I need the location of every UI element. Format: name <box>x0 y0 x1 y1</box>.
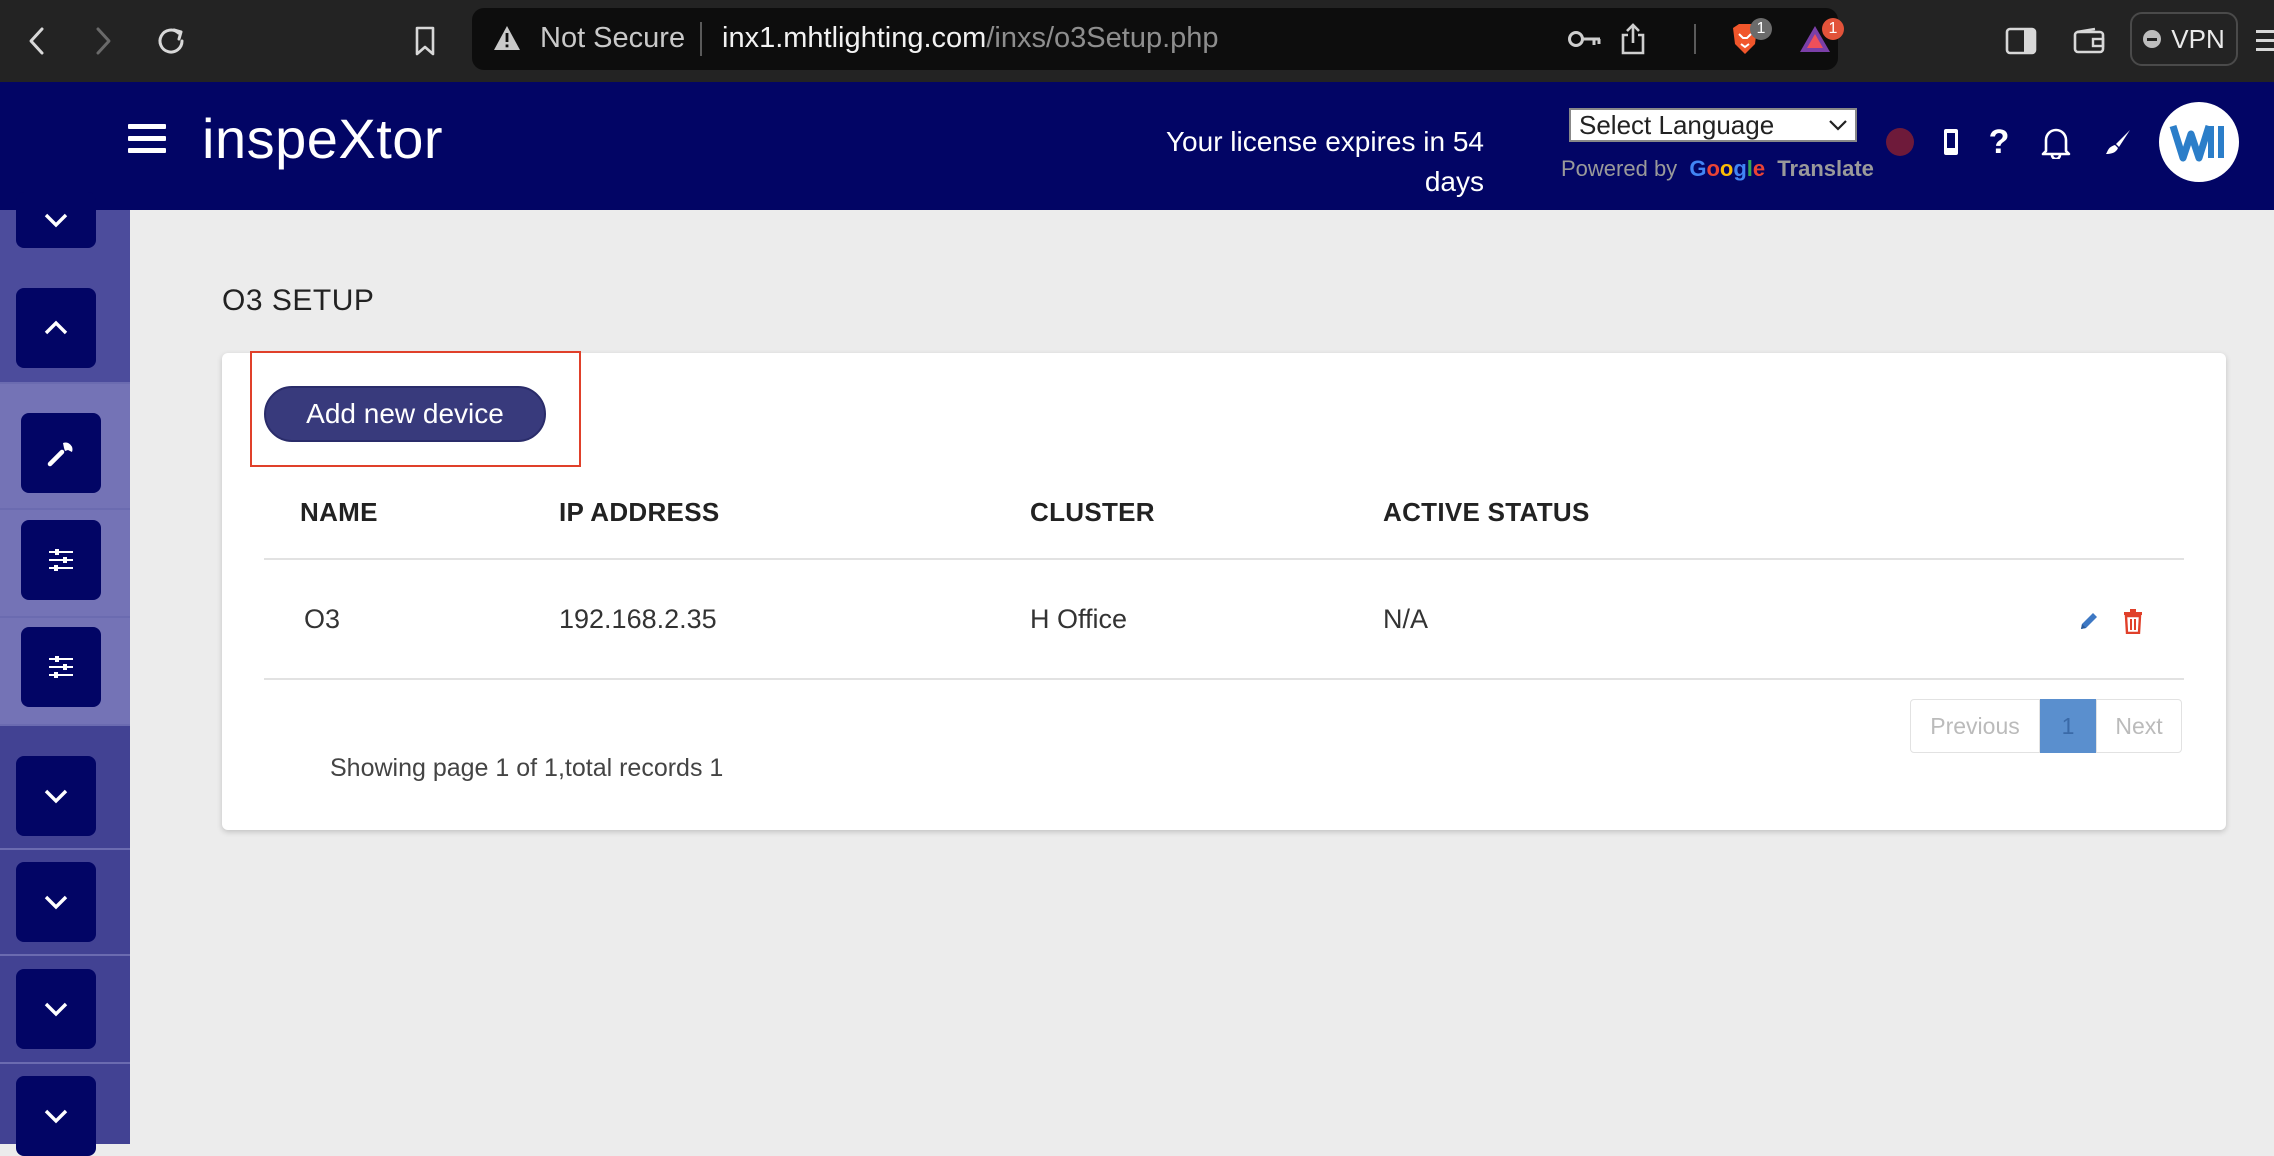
wrench-icon <box>47 442 73 467</box>
rewards-icon[interactable]: 1 <box>1798 18 1844 56</box>
sidebar-item-section-1[interactable] <box>16 756 96 836</box>
chevron-down-icon <box>1829 120 1847 131</box>
mobile-icon[interactable] <box>1931 122 1971 162</box>
column-header-name[interactable]: NAME <box>300 497 378 528</box>
url-host: inx1.mhtlighting.com <box>722 22 987 54</box>
avatar[interactable] <box>2159 102 2239 182</box>
reload-icon <box>158 28 184 54</box>
vpn-status-icon <box>2143 30 2162 48</box>
help-icon[interactable]: ? <box>1979 122 2019 162</box>
key-icon[interactable] <box>1568 22 1602 56</box>
sidebar <box>0 192 130 1156</box>
sidebar-divider <box>0 1062 130 1064</box>
chevron-down-icon <box>44 1002 68 1017</box>
sidebar-item-expand-up[interactable] <box>16 288 96 368</box>
chevron-down-icon <box>44 895 68 910</box>
address-bar[interactable]: Not Secure inx1.mhtlighting.com/inxs/o3S… <box>472 8 1844 70</box>
pagination: Previous 1 Next <box>1910 699 2182 753</box>
status-dot <box>1886 128 1914 156</box>
language-select[interactable]: Select Language <box>1569 108 1857 142</box>
sidebar-panel-icon <box>2005 27 2037 55</box>
chevron-down-icon <box>44 789 68 804</box>
google-logo: Google <box>1689 156 1766 181</box>
sidebar-toggle-button[interactable] <box>1998 18 2044 64</box>
menu-icon <box>2256 30 2274 33</box>
sliders-icon <box>49 549 73 571</box>
powered-by-text: Powered by <box>1561 156 1678 181</box>
forward-button[interactable] <box>80 18 126 64</box>
sidebar-divider <box>0 724 130 726</box>
license-line-2: days <box>1424 166 1484 197</box>
language-select-value: Select Language <box>1579 110 1775 140</box>
cell-ip-address: 192.168.2.35 <box>559 604 717 634</box>
table-header-divider <box>264 558 2184 560</box>
sidebar-item-section-4[interactable] <box>16 1076 96 1156</box>
logo-icon <box>2169 124 2224 162</box>
sidebar-item-tools[interactable] <box>21 413 101 493</box>
cell-name: O3 <box>304 604 341 634</box>
pagination-previous[interactable]: Previous <box>1910 699 2040 753</box>
app-header: inspeXtor Your license expires in 54 day… <box>0 82 2274 210</box>
chevron-down-icon <box>44 213 68 228</box>
records-summary: Showing page 1 of 1,total records 1 <box>330 754 724 782</box>
paint-brush-icon[interactable] <box>2098 122 2138 162</box>
rewards-badge: 1 <box>1822 18 1844 40</box>
vpn-button[interactable]: VPN <box>2130 12 2238 66</box>
url-path: /inxs/o3Setup.php <box>986 22 1219 54</box>
powered-by-google-translate[interactable]: Powered by Google Translate <box>1561 156 1874 182</box>
edit-pencil-icon[interactable] <box>2074 606 2104 636</box>
sliders-icon <box>49 656 73 678</box>
sidebar-divider <box>0 616 130 618</box>
sidebar-item-adjustments[interactable] <box>21 627 101 707</box>
share-icon[interactable] <box>1616 22 1650 56</box>
sidebar-item-section-3[interactable] <box>16 969 96 1049</box>
hamburger-menu-icon[interactable] <box>128 124 166 154</box>
column-header-cluster[interactable]: CLUSTER <box>1030 497 1155 528</box>
page-title: O3 SETUP <box>222 284 375 317</box>
warning-icon <box>492 24 522 57</box>
pagination-page-current[interactable]: 1 <box>2040 699 2096 753</box>
wallet-icon <box>2073 27 2105 54</box>
menu-button[interactable] <box>2256 30 2274 51</box>
column-header-active-status[interactable]: ACTIVE STATUS <box>1383 497 1590 528</box>
browser-toolbar: Not Secure inx1.mhtlighting.com/inxs/o3S… <box>0 0 2274 82</box>
sidebar-divider <box>0 508 130 510</box>
bookmark-button[interactable] <box>402 18 448 64</box>
sidebar-divider <box>0 382 130 384</box>
cell-active-status: N/A <box>1383 604 1429 634</box>
license-notice: Your license expires in 54 days <box>1100 122 1484 202</box>
vpn-label: VPN <box>2171 23 2225 54</box>
sidebar-item-section-2[interactable] <box>16 862 96 942</box>
sidebar-divider <box>0 954 130 956</box>
sidebar-item-settings[interactable] <box>21 520 101 600</box>
brand-title: inspeXtor <box>202 107 444 170</box>
bookmark-icon <box>415 26 435 56</box>
license-line-1: Your license expires in 54 <box>1165 126 1484 157</box>
url-separator <box>700 22 702 56</box>
sidebar-divider <box>0 848 130 850</box>
back-arrow-icon <box>29 27 44 55</box>
forward-arrow-icon <box>96 27 111 55</box>
brave-shields-icon[interactable]: 1 <box>1728 18 1772 56</box>
chevron-down-icon <box>44 1109 68 1124</box>
column-header-ip-address[interactable]: IP ADDRESS <box>559 497 720 528</box>
reload-button[interactable] <box>148 18 194 64</box>
back-button[interactable] <box>14 18 60 64</box>
pagination-next[interactable]: Next <box>2096 699 2182 753</box>
toolbar-separator <box>1694 24 1696 54</box>
wallet-button[interactable] <box>2066 18 2112 64</box>
chevron-up-icon <box>44 320 68 335</box>
brave-badge: 1 <box>1750 18 1772 40</box>
url-text[interactable]: inx1.mhtlighting.com/inxs/o3Setup.php <box>722 22 1219 55</box>
bell-icon[interactable] <box>2036 122 2076 162</box>
translate-text: Translate <box>1777 156 1874 181</box>
security-label[interactable]: Not Secure <box>540 22 685 55</box>
cell-cluster: H Office <box>1030 604 1128 634</box>
table-row-divider <box>264 678 2184 680</box>
add-device-button[interactable]: Add new device <box>264 386 546 442</box>
delete-trash-icon[interactable] <box>2118 606 2148 636</box>
sidebar-item-collapse[interactable] <box>16 192 96 248</box>
